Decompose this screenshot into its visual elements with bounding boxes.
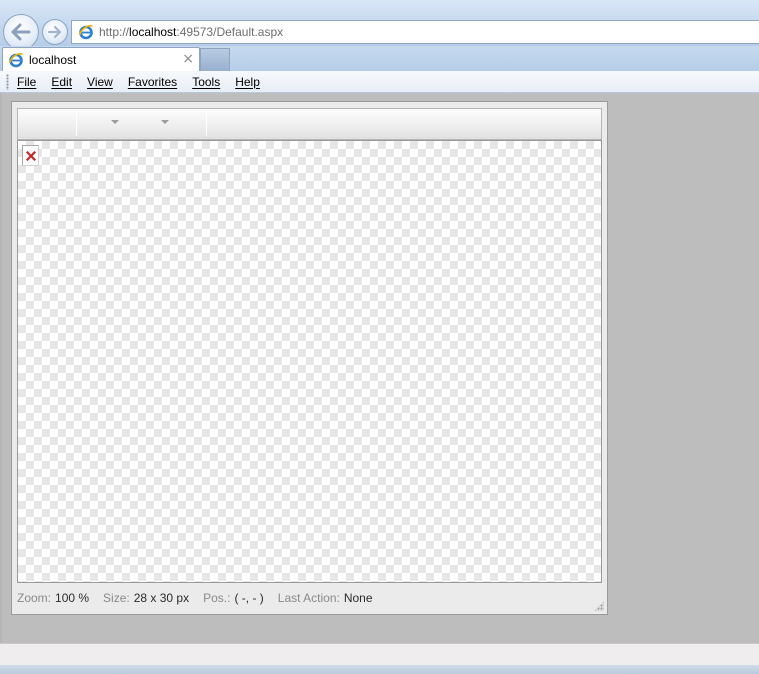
tab-title: localhost	[29, 52, 77, 67]
editor-status-bar: Zoom: 100 % Size: 28 x 30 px Pos.: ( -, …	[17, 589, 602, 607]
dropdown-arrow-icon[interactable]	[161, 120, 169, 124]
toolbar-separator	[206, 112, 207, 136]
menu-tools[interactable]: Tools	[192, 75, 220, 89]
last-action-value: None	[343, 591, 373, 605]
address-bar[interactable]: http://localhost:49573/Default.aspx	[71, 20, 759, 44]
browser-toolbar: http://localhost:49573/Default.aspx	[0, 0, 759, 46]
tab-close-button[interactable]: ×	[182, 51, 194, 67]
menu-help[interactable]: Help	[235, 75, 260, 89]
menu-favorites[interactable]: Favorites	[128, 75, 177, 89]
back-arrow-icon	[11, 23, 31, 41]
size-value: 28 x 30 px	[133, 591, 190, 605]
menu-edit[interactable]: Edit	[51, 75, 72, 89]
toolbar-separator	[76, 112, 77, 136]
forward-arrow-icon	[47, 25, 62, 39]
tab-localhost[interactable]: localhost ×	[2, 47, 200, 71]
ie-logo-icon	[8, 52, 23, 67]
size-label: Size:	[103, 591, 130, 605]
tab-strip: localhost ×	[0, 46, 759, 71]
position-value: ( -, - )	[234, 591, 264, 605]
editor-toolbar	[17, 108, 602, 140]
dropdown-arrow-icon[interactable]	[111, 120, 119, 124]
image-canvas[interactable]	[17, 140, 602, 583]
forward-button[interactable]	[42, 19, 68, 45]
menu-bar: File Edit View Favorites Tools Help	[0, 71, 759, 93]
new-tab-button[interactable]	[200, 48, 230, 71]
back-button[interactable]	[3, 14, 39, 46]
broken-image	[20, 143, 44, 169]
page-content: Zoom: 100 % Size: 28 x 30 px Pos.: ( -, …	[0, 93, 759, 643]
menu-file[interactable]: File	[17, 75, 36, 89]
zoom-label: Zoom:	[17, 591, 52, 605]
ie-logo-icon	[78, 25, 93, 40]
address-url[interactable]: http://localhost:49573/Default.aspx	[99, 25, 283, 39]
taskbar-strip	[0, 665, 759, 674]
browser-status-bar	[0, 643, 759, 665]
last-action-label: Last Action:	[277, 591, 340, 605]
menu-grip[interactable]	[6, 73, 9, 90]
position-label: Pos.:	[203, 591, 231, 605]
menu-view[interactable]: View	[87, 75, 113, 89]
broken-image-icon	[25, 150, 36, 161]
image-editor-panel: Zoom: 100 % Size: 28 x 30 px Pos.: ( -, …	[11, 101, 608, 615]
zoom-value: 100 %	[55, 591, 90, 605]
